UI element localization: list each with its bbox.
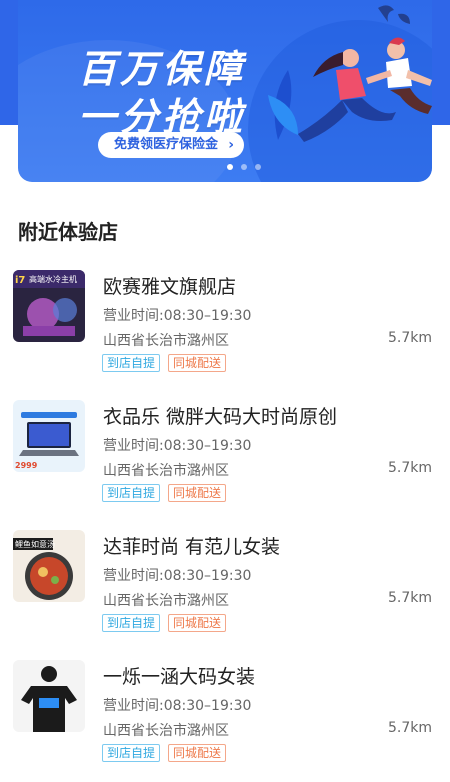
banner-headline: 百万保障 [78, 47, 247, 91]
store-hours: 营业时间:08:30–19:30 [103, 698, 252, 714]
pickup-tag: 到店自提 [102, 614, 161, 632]
store-tags: 到店自提 同城配送 [102, 614, 227, 632]
svg-text:i7: i7 [15, 275, 25, 286]
carousel-dot[interactable] [241, 164, 247, 170]
delivery-tag: 同城配送 [168, 354, 227, 372]
carousel-indicator[interactable] [227, 164, 261, 170]
delivery-tag: 同城配送 [168, 614, 227, 632]
chevron-right-icon: › [228, 137, 235, 153]
store-thumbnail[interactable] [13, 660, 85, 732]
free-insurance-label: 免费领医疗保险金 [114, 137, 219, 152]
store-item[interactable]: 2999 衣品乐 微胖大码大时尚原创 营业时间:08:30–19:30 山西省长… [0, 392, 450, 522]
svg-text:高端水冷主机: 高端水冷主机 [29, 274, 77, 284]
food-product-image: 鲤鱼如意汤 [13, 530, 85, 602]
store-hours: 营业时间:08:30–19:30 [103, 308, 252, 324]
store-item[interactable]: i7 高端水冷主机 欧赛雅文旗舰店 营业时间:08:30–19:30 山西省长治… [0, 262, 450, 392]
store-item[interactable]: 一烁一涵大码女装 营业时间:08:30–19:30 山西省长治市潞州区 5.7k… [0, 652, 450, 782]
store-hours: 营业时间:08:30–19:30 [103, 438, 252, 454]
store-thumbnail[interactable]: 2999 [13, 400, 85, 472]
store-list: i7 高端水冷主机 欧赛雅文旗舰店 营业时间:08:30–19:30 山西省长治… [0, 262, 450, 782]
store-name: 欧赛雅文旗舰店 [103, 276, 237, 298]
store-distance: 5.7km [387, 460, 432, 476]
runners-illustration [268, 5, 432, 142]
store-tags: 到店自提 同城配送 [102, 354, 227, 372]
store-address: 山西省长治市潞州区 [103, 593, 229, 609]
delivery-tag: 同城配送 [168, 744, 227, 762]
svg-text:鲤鱼如意汤: 鲤鱼如意汤 [15, 539, 55, 549]
pc-product-image: i7 高端水冷主机 [13, 270, 85, 342]
store-item[interactable]: 鲤鱼如意汤 达菲时尚 有范儿女装 营业时间:08:30–19:30 山西省长治市… [0, 522, 450, 652]
free-insurance-button[interactable]: 免费领医疗保险金 › [98, 132, 245, 158]
store-name: 衣品乐 微胖大码大时尚原创 [103, 406, 338, 428]
store-thumbnail[interactable]: 鲤鱼如意汤 [13, 530, 85, 602]
store-distance: 5.7km [387, 590, 432, 606]
store-thumbnail[interactable]: i7 高端水冷主机 [13, 270, 85, 342]
store-name: 一烁一涵大码女装 [103, 666, 256, 688]
section-title: 附近体验店 [18, 220, 118, 244]
store-distance: 5.7km [387, 330, 432, 346]
store-address: 山西省长治市潞州区 [103, 723, 229, 739]
store-tags: 到店自提 同城配送 [102, 484, 227, 502]
store-tags: 到店自提 同城配送 [102, 744, 227, 762]
promo-banner[interactable]: 百万保障 一分抢啦 免费领医疗保险金 › [18, 0, 432, 182]
store-address: 山西省长治市潞州区 [103, 463, 229, 479]
carousel-dot[interactable] [255, 164, 261, 170]
pickup-tag: 到店自提 [102, 354, 161, 372]
store-distance: 5.7km [387, 720, 432, 736]
store-address: 山西省长治市潞州区 [103, 333, 229, 349]
clothing-product-image [13, 660, 85, 732]
store-hours: 营业时间:08:30–19:30 [103, 568, 252, 584]
laptop-product-image: 2999 [13, 400, 85, 472]
pickup-tag: 到店自提 [102, 484, 161, 502]
svg-text:2999: 2999 [15, 461, 38, 470]
pickup-tag: 到店自提 [102, 744, 161, 762]
store-name: 达菲时尚 有范儿女装 [103, 536, 281, 558]
delivery-tag: 同城配送 [168, 484, 227, 502]
carousel-dot[interactable] [227, 164, 233, 170]
